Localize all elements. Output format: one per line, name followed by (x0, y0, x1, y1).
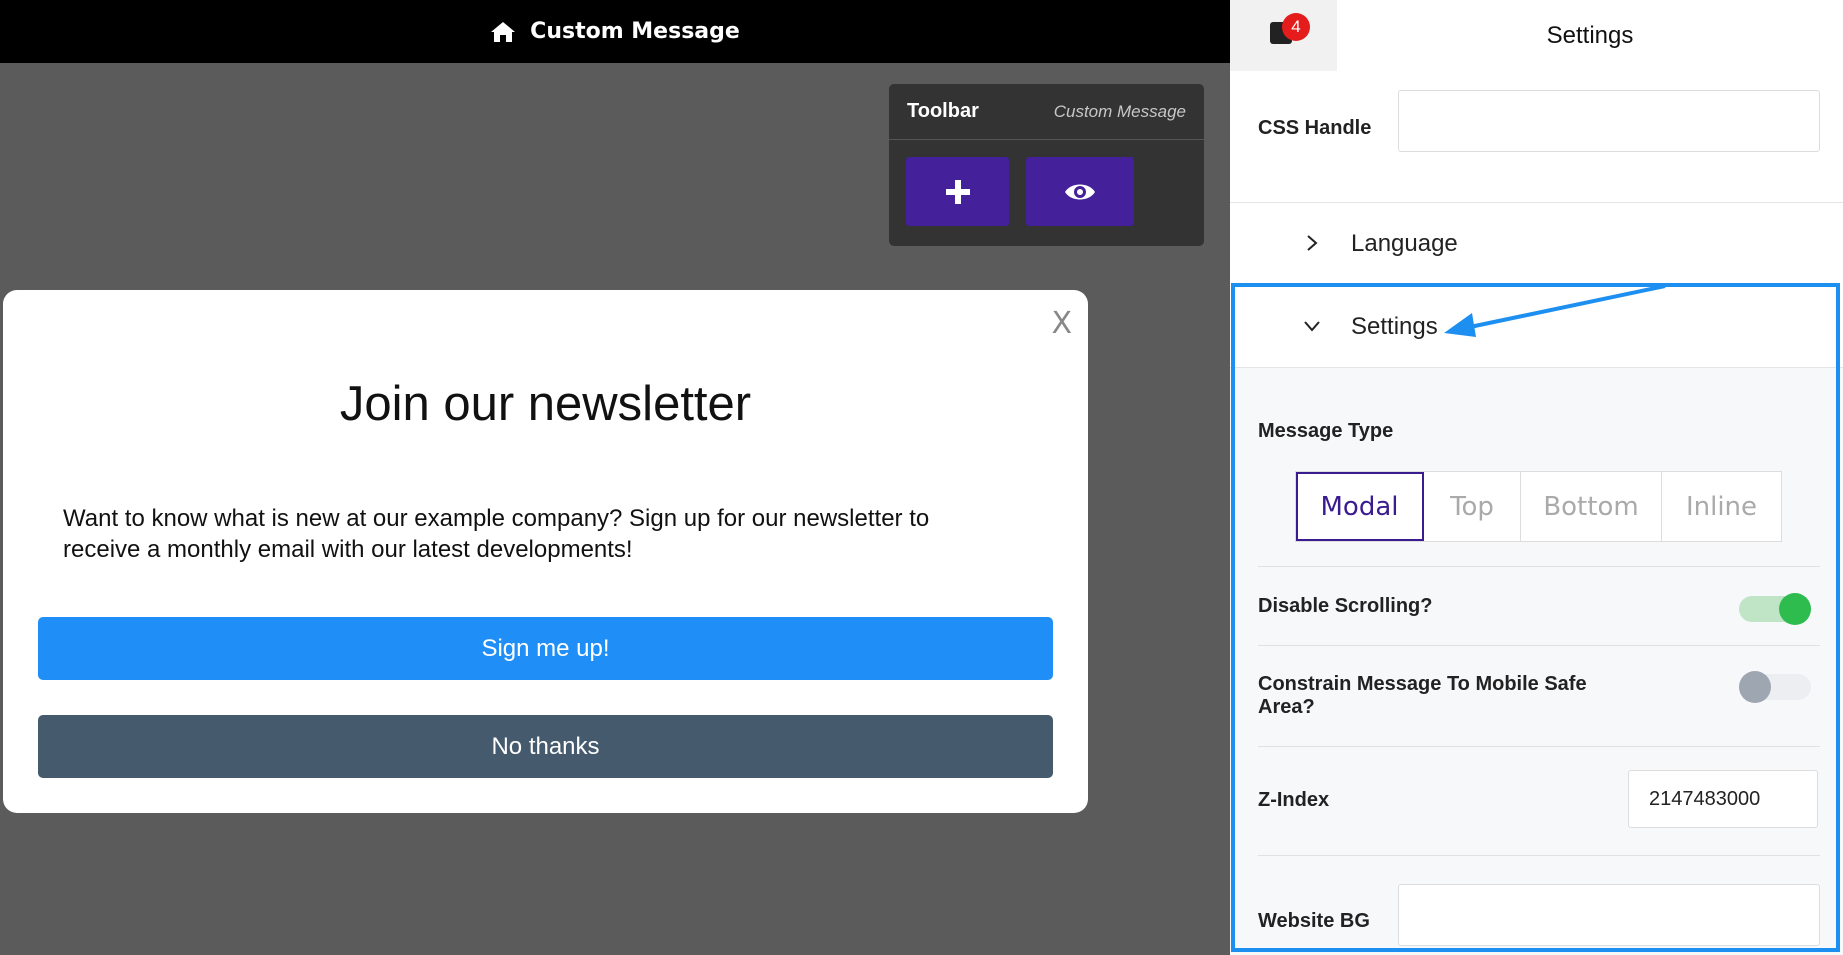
add-button[interactable] (906, 157, 1009, 226)
close-button[interactable]: X (1051, 306, 1072, 341)
constrain-toggle[interactable] (1739, 671, 1811, 703)
preview-button[interactable] (1026, 157, 1134, 226)
newsletter-modal: X Join our newsletter Want to know what … (3, 290, 1088, 813)
message-type-bottom[interactable]: Bottom (1521, 472, 1662, 541)
plus-icon (945, 179, 970, 204)
chevron-down-icon (1304, 321, 1320, 332)
divider (1258, 566, 1820, 567)
message-type-top[interactable]: Top (1424, 472, 1521, 541)
language-accordion[interactable]: Language (1230, 203, 1843, 285)
toolbar-title: Toolbar (907, 100, 979, 122)
settings-section: Message Type Modal Top Bottom Inline Dis… (1230, 368, 1843, 955)
notifications-tab[interactable]: 4 (1230, 0, 1337, 71)
css-handle-input[interactable] (1398, 90, 1820, 152)
modal-heading: Join our newsletter (339, 377, 752, 431)
eye-icon (1065, 184, 1095, 199)
settings-accordion[interactable]: Settings (1230, 286, 1843, 368)
disable-scrolling-toggle[interactable] (1739, 593, 1811, 625)
toolbar-panel: Toolbar Custom Message (889, 84, 1204, 246)
notification-badge: 4 (1282, 13, 1310, 41)
settings-panel: 4 Settings CSS Handle Language Settings … (1230, 0, 1843, 955)
language-label: Language (1351, 230, 1458, 257)
css-handle-row: CSS Handle (1230, 71, 1843, 203)
message-type-label: Message Type (1258, 420, 1394, 442)
website-bg-label: Website BG (1258, 910, 1370, 932)
divider (1258, 746, 1820, 747)
toolbar-subtitle: Custom Message (1053, 101, 1186, 121)
home-icon[interactable] (490, 20, 516, 44)
toggle-knob (1739, 671, 1771, 703)
top-bar: Custom Message (0, 0, 1230, 63)
page-title: Custom Message (530, 19, 740, 44)
disable-scrolling-label: Disable Scrolling? (1258, 595, 1433, 617)
divider (1258, 855, 1820, 856)
css-handle-label: CSS Handle (1258, 117, 1372, 139)
message-type-selector: Modal Top Bottom Inline (1295, 471, 1782, 542)
divider (1258, 645, 1820, 646)
modal-body-text: Want to know what is new at our example … (63, 505, 930, 563)
toggle-knob (1779, 593, 1811, 625)
z-index-label: Z-Index (1258, 789, 1330, 811)
no-thanks-button[interactable]: No thanks (38, 715, 1053, 778)
message-type-inline[interactable]: Inline (1662, 472, 1781, 541)
z-index-input[interactable]: 2147483000 (1628, 770, 1818, 828)
sign-up-button[interactable]: Sign me up! (38, 617, 1053, 680)
message-type-modal[interactable]: Modal (1296, 472, 1424, 541)
settings-label: Settings (1351, 312, 1438, 340)
website-bg-input[interactable] (1398, 884, 1820, 946)
tab-settings[interactable]: Settings (1337, 0, 1843, 71)
preview-canvas: Custom Message Toolbar Custom Message X … (0, 0, 1230, 955)
chevron-right-icon (1307, 235, 1318, 251)
constrain-label: Constrain Message To Mobile Safe Area? (1258, 673, 1587, 718)
